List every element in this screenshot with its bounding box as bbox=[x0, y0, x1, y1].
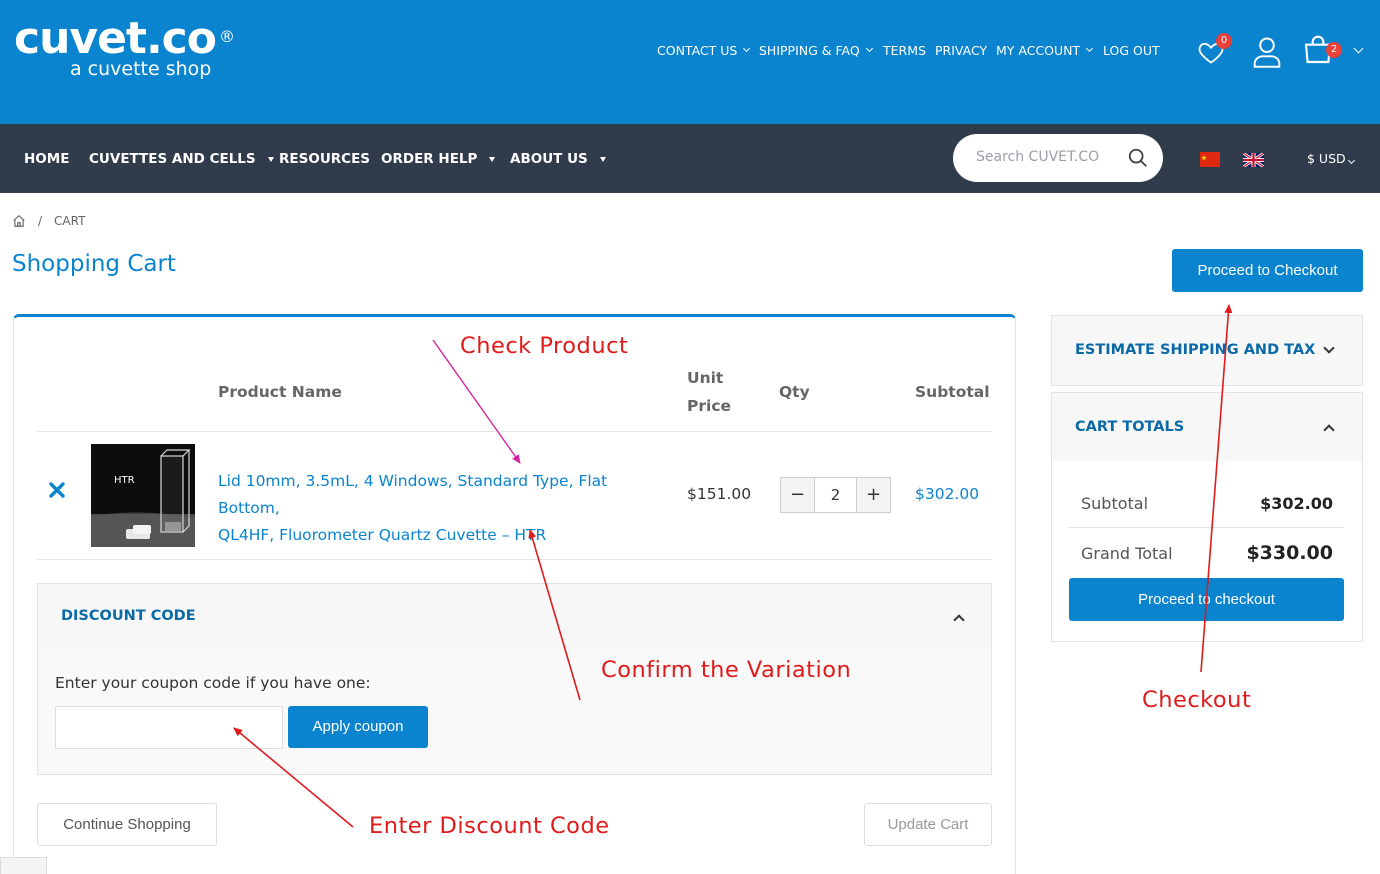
nav-label: HOME bbox=[24, 151, 70, 167]
product-thumbnail[interactable]: HTR bbox=[91, 444, 195, 547]
cart-totals-heading[interactable]: CART TOTALS bbox=[1075, 419, 1184, 435]
annotation-enter-discount-code: Enter Discount Code bbox=[369, 813, 610, 839]
nav-item-about-us[interactable]: ABOUT US bbox=[510, 151, 606, 167]
chevron-down-icon bbox=[1353, 43, 1364, 54]
wishlist-count-badge: 0 bbox=[1216, 33, 1232, 49]
top-nav-log-out[interactable]: LOG OUT bbox=[1103, 43, 1160, 58]
chevron-down-icon bbox=[1347, 156, 1355, 165]
user-icon bbox=[1253, 37, 1281, 68]
search-icon[interactable] bbox=[1127, 147, 1149, 169]
caret-down-icon bbox=[489, 156, 496, 162]
chevron-down-icon bbox=[865, 44, 873, 53]
nav-item-cuvettes-and-cells[interactable]: CUVETTES AND CELLS bbox=[89, 151, 274, 167]
nav-label: CUVETTES AND CELLS bbox=[89, 151, 256, 167]
nav-label: ORDER HELP bbox=[381, 151, 478, 167]
line-subtotal: $302.00 bbox=[915, 485, 980, 503]
nav-label: ABOUT US bbox=[510, 151, 588, 167]
continue-shopping-button[interactable]: Continue Shopping bbox=[37, 803, 217, 846]
coupon-code-input[interactable] bbox=[55, 706, 283, 749]
top-nav-privacy[interactable]: PRIVACY bbox=[935, 43, 987, 58]
search-box[interactable]: Search CUVET.CO bbox=[953, 134, 1163, 182]
cuvette-image bbox=[91, 444, 195, 547]
proceed-to-checkout-button[interactable]: Proceed to Checkout bbox=[1172, 249, 1363, 292]
qty-increase-button[interactable]: + bbox=[856, 477, 891, 513]
cart-count-badge: 2 bbox=[1326, 42, 1342, 58]
china-flag-icon[interactable] bbox=[1200, 152, 1220, 167]
account-button[interactable] bbox=[1252, 36, 1282, 68]
top-nav-label: PRIVACY bbox=[935, 43, 988, 58]
currency-selector[interactable]: $ USD bbox=[1307, 151, 1355, 166]
page-title: Shopping Cart bbox=[12, 251, 176, 277]
top-nav-my-account[interactable]: MY ACCOUNT bbox=[996, 43, 1094, 58]
product-name-line: Lid 10mm, 3.5mL, 4 Windows, Standard Typ… bbox=[218, 472, 608, 517]
top-nav-contact-us[interactable]: CONTACT US bbox=[657, 43, 751, 58]
page-corner-tab bbox=[0, 857, 47, 874]
quantity-stepper: − 2 + bbox=[780, 477, 891, 513]
subtotal-label: Subtotal bbox=[1081, 494, 1149, 513]
nav-label: RESOURCES bbox=[279, 151, 371, 167]
qty-decrease-button[interactable]: − bbox=[780, 477, 815, 513]
column-header-unit: Unit bbox=[687, 369, 724, 387]
breadcrumb-separator: / bbox=[38, 214, 43, 228]
logo-wordmark: cuvet.co bbox=[14, 13, 217, 64]
column-header-product: Product Name bbox=[218, 383, 342, 401]
chevron-down-icon bbox=[743, 44, 751, 53]
remove-item-button[interactable] bbox=[48, 481, 66, 504]
chevron-down-icon bbox=[1086, 44, 1094, 53]
breadcrumb-current: CART bbox=[54, 214, 86, 228]
top-nav-label: SHIPPING & FAQ bbox=[759, 43, 860, 58]
caret-down-icon bbox=[267, 156, 274, 162]
annotation-check-product: Check Product bbox=[460, 333, 629, 359]
wishlist-button[interactable]: 0 bbox=[1197, 33, 1232, 68]
totals-divider bbox=[1069, 527, 1344, 528]
column-header-subtotal: Subtotal bbox=[915, 383, 990, 401]
estimate-shipping-heading[interactable]: ESTIMATE SHIPPING AND TAX bbox=[1075, 342, 1315, 358]
discount-code-heading[interactable]: DISCOUNT CODE bbox=[61, 608, 196, 624]
proceed-to-checkout-bottom-button[interactable]: Proceed to checkout bbox=[1069, 578, 1344, 621]
top-nav-terms[interactable]: TERMS bbox=[883, 43, 926, 58]
update-cart-button[interactable]: Update Cart bbox=[864, 803, 992, 846]
close-icon bbox=[49, 482, 65, 498]
cart-button[interactable]: 2 bbox=[1302, 34, 1364, 64]
registered-mark: ® bbox=[219, 27, 235, 46]
grand-total-label: Grand Total bbox=[1081, 544, 1173, 563]
row-divider bbox=[37, 559, 992, 560]
apply-coupon-button[interactable]: Apply coupon bbox=[288, 706, 428, 748]
logo-tagline: a cuvette shop bbox=[70, 58, 212, 80]
search-input[interactable]: Search CUVET.CO bbox=[976, 149, 1099, 165]
grand-total-value: $330.00 bbox=[1246, 542, 1333, 564]
caret-down-icon bbox=[599, 156, 606, 162]
subtotal-value: $302.00 bbox=[1260, 494, 1333, 513]
nav-item-resources[interactable]: RESOURCES bbox=[279, 151, 370, 167]
column-header-price: Price bbox=[687, 397, 732, 415]
uk-flag-icon[interactable] bbox=[1242, 151, 1265, 169]
top-nav-label: CONTACT US bbox=[657, 43, 738, 58]
row-divider bbox=[37, 431, 992, 432]
breadcrumb: / CART bbox=[12, 214, 85, 228]
column-header-qty: Qty bbox=[779, 383, 810, 401]
top-nav-label: TERMS bbox=[883, 43, 926, 58]
thumbnail-label: HTR bbox=[114, 475, 135, 486]
top-nav-label: MY ACCOUNT bbox=[996, 43, 1081, 58]
annotation-confirm-variation: Confirm the Variation bbox=[601, 657, 852, 683]
unit-price: $151.00 bbox=[687, 485, 752, 503]
coupon-prompt: Enter your coupon code if you have one: bbox=[55, 674, 371, 692]
top-nav-shipping-faq[interactable]: SHIPPING & FAQ bbox=[759, 43, 873, 58]
qty-input[interactable]: 2 bbox=[815, 477, 856, 513]
product-name-line: QL4HF, Fluorometer Quartz Cuvette – HTR bbox=[218, 526, 547, 544]
home-icon[interactable] bbox=[12, 214, 26, 228]
nav-item-order-help[interactable]: ORDER HELP bbox=[381, 151, 496, 167]
currency-label: $ USD bbox=[1307, 151, 1346, 166]
nav-item-home[interactable]: HOME bbox=[24, 151, 69, 167]
product-name-link[interactable]: Lid 10mm, 3.5mL, 4 Windows, Standard Typ… bbox=[218, 468, 668, 549]
annotation-checkout: Checkout bbox=[1142, 687, 1252, 713]
top-nav-label: LOG OUT bbox=[1103, 43, 1160, 58]
site-logo[interactable]: cuvet.co ® a cuvette shop bbox=[14, 13, 235, 81]
